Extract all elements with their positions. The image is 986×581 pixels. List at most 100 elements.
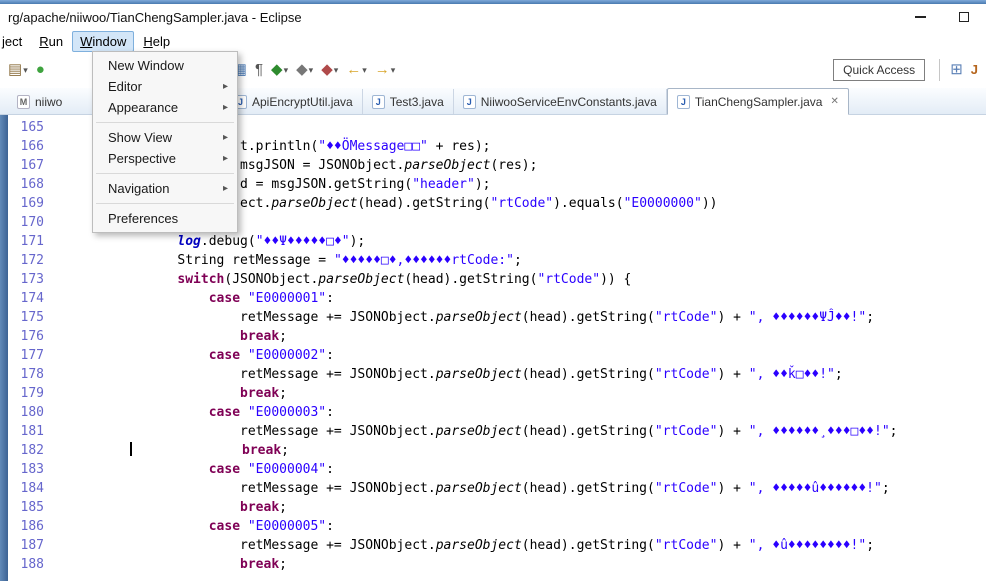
submenu-arrow-icon: ▸ — [223, 183, 228, 194]
menu-item-show-view[interactable]: Show View▸ — [94, 127, 236, 148]
code-text: case "E0000003": — [60, 405, 334, 420]
code-text: switch(JSONObject.parseObject(head).getS… — [60, 272, 631, 287]
file-type-icon: J — [677, 95, 690, 109]
code-line[interactable]: 184 retMessage += JSONObject.parseObject… — [0, 479, 986, 498]
java-perspective-icon: J — [971, 62, 978, 78]
perspective-bar: ⊞J — [946, 60, 982, 80]
code-text: retMessage += JSONObject.parseObject(hea… — [60, 481, 890, 496]
code-text: break; — [60, 386, 287, 401]
line-number: 172 — [8, 251, 54, 270]
code-line[interactable]: 174 case "E0000001": — [0, 289, 986, 308]
menu-item-preferences[interactable]: Preferences — [94, 208, 236, 229]
menu-separator — [96, 203, 234, 204]
tab-test3-java[interactable]: JTest3.java — [363, 89, 454, 114]
toolbar-left-icons: ▤▾ ● — [4, 60, 49, 80]
file-type-icon: M — [17, 95, 30, 109]
menu-item-perspective[interactable]: Perspective▸ — [94, 148, 236, 169]
forward-arrow-icon[interactable]: →▾ — [372, 60, 399, 80]
show-whitespace-icon[interactable]: ¶ — [252, 60, 266, 80]
menu-item-new-window[interactable]: New Window — [94, 55, 236, 76]
code-text: break; — [60, 329, 287, 344]
code-text: String retMessage = "♦♦♦♦♦□♦,♦♦♦♦♦♦rtCod… — [60, 253, 522, 268]
menubar-item-run[interactable]: Run — [31, 31, 71, 52]
line-number: 168 — [8, 175, 54, 194]
code-line[interactable]: 183 case "E0000004": — [0, 460, 986, 479]
file-type-icon: J — [372, 95, 385, 109]
java-perspective-icon[interactable]: J — [968, 60, 981, 80]
show-whitespace-icon: ¶ — [255, 62, 263, 78]
line-number: 166 — [8, 137, 54, 156]
debug-resume-icon: ● — [36, 62, 45, 78]
perspective-grid-icon[interactable]: ⊞ — [947, 60, 966, 80]
coverage-icon: ◆ — [321, 62, 333, 78]
line-number: 177 — [8, 346, 54, 365]
tab-tianchengsampler-java[interactable]: J TianChengSampler.java ✕ — [667, 88, 849, 115]
tab-label: TianChengSampler.java — [695, 95, 823, 109]
debug-resume-icon[interactable]: ● — [33, 60, 48, 80]
submenu-arrow-icon: ▸ — [223, 153, 228, 164]
tab-niiwooserviceenvconstants-java[interactable]: JNiiwooServiceEnvConstants.java — [454, 89, 667, 114]
menubar: jectRunWindowHelp — [0, 30, 986, 52]
code-text: case "E0000004": — [60, 462, 334, 477]
code-text: break; — [60, 443, 289, 458]
line-number: 167 — [8, 156, 54, 175]
menu-item-editor[interactable]: Editor▸ — [94, 76, 236, 97]
title-bar: rg/apache/niiwoo/TianChengSampler.java -… — [0, 4, 986, 30]
code-line[interactable]: 181 retMessage += JSONObject.parseObject… — [0, 422, 986, 441]
code-line[interactable]: 180 case "E0000003": — [0, 403, 986, 422]
menu-item-label: Appearance — [108, 100, 223, 115]
code-line[interactable]: 173 switch(JSONObject.parseObject(head).… — [0, 270, 986, 289]
minimize-button[interactable] — [898, 4, 942, 30]
code-line[interactable]: 176 break; — [0, 327, 986, 346]
toolbar-divider — [939, 59, 940, 81]
dropdown-arrow-icon: ▾ — [284, 65, 289, 76]
code-line[interactable]: 187 retMessage += JSONObject.parseObject… — [0, 536, 986, 555]
code-line[interactable]: 171 log.debug("♦♦Ψ♦♦♦♦♦□♦"); — [0, 232, 986, 251]
skip-breakpoints-icon: ◆ — [296, 62, 308, 78]
close-icon[interactable]: ✕ — [830, 96, 838, 107]
new-wizard-icon[interactable]: ▤▾ — [5, 60, 31, 80]
tab-label: niiwo — [35, 95, 62, 109]
menu-item-navigation[interactable]: Navigation▸ — [94, 178, 236, 199]
line-number: 180 — [8, 403, 54, 422]
code-line[interactable]: 177 case "E0000002": — [0, 346, 986, 365]
code-line[interactable]: 175 retMessage += JSONObject.parseObject… — [0, 308, 986, 327]
code-line[interactable]: 188 break; — [0, 555, 986, 574]
coverage-icon[interactable]: ◆▾ — [318, 60, 341, 80]
code-text: retMessage += JSONObject.parseObject(hea… — [60, 310, 874, 325]
code-line[interactable]: 182 break; — [0, 441, 986, 460]
dropdown-arrow-icon: ▾ — [309, 65, 314, 76]
code-text: break; — [60, 557, 287, 572]
line-number: 178 — [8, 365, 54, 384]
menubar-item-help[interactable]: Help — [135, 31, 178, 52]
menubar-item-ject[interactable]: ject — [0, 31, 30, 52]
file-type-icon: J — [463, 95, 476, 109]
code-line[interactable]: 185 break; — [0, 498, 986, 517]
submenu-arrow-icon: ▸ — [223, 132, 228, 143]
menubar-item-window[interactable]: Window — [72, 31, 134, 52]
menu-item-appearance[interactable]: Appearance▸ — [94, 97, 236, 118]
run-config-icon[interactable]: ◆▾ — [268, 60, 291, 80]
quick-access-button[interactable]: Quick Access — [833, 59, 925, 81]
back-arrow-icon: ← — [346, 62, 361, 78]
window-title: rg/apache/niiwoo/TianChengSampler.java -… — [0, 10, 302, 25]
code-line[interactable]: 179 break; — [0, 384, 986, 403]
code-text: retMessage += JSONObject.parseObject(hea… — [60, 538, 874, 553]
skip-breakpoints-icon[interactable]: ◆▾ — [293, 60, 316, 80]
dropdown-arrow-icon: ▾ — [23, 65, 28, 76]
code-text: break; — [60, 500, 287, 515]
dropdown-arrow-icon: ▾ — [391, 65, 396, 76]
dropdown-arrow-icon: ▾ — [362, 65, 367, 76]
line-number: 188 — [8, 555, 54, 574]
code-line[interactable]: 178 retMessage += JSONObject.parseObject… — [0, 365, 986, 384]
tab-apiencryptutil-java[interactable]: JApiEncryptUtil.java — [225, 89, 363, 114]
new-wizard-icon: ▤ — [8, 62, 22, 78]
code-line[interactable]: 186 case "E0000005": — [0, 517, 986, 536]
line-number: 181 — [8, 422, 54, 441]
code-line[interactable]: 172 String retMessage = "♦♦♦♦♦□♦,♦♦♦♦♦♦r… — [0, 251, 986, 270]
line-number: 175 — [8, 308, 54, 327]
maximize-button[interactable] — [942, 4, 986, 30]
back-arrow-icon[interactable]: ←▾ — [343, 60, 370, 80]
code-text: case "E0000005": — [60, 519, 334, 534]
line-number: 185 — [8, 498, 54, 517]
